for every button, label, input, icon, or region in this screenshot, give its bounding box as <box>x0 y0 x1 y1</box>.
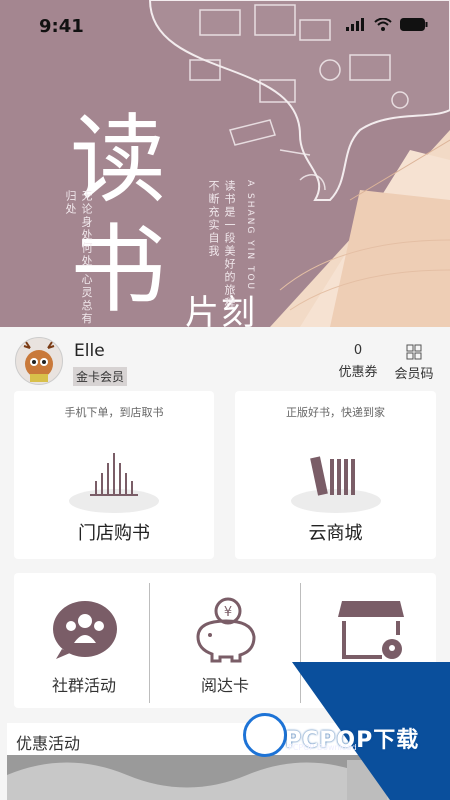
member-code-button[interactable]: 会员码 <box>392 344 436 382</box>
community-activity-label: 社群活动 <box>51 676 116 695</box>
user-name: Elle <box>74 341 105 361</box>
coupon-button[interactable]: 0 优惠券 <box>336 343 380 380</box>
store-purchase-label: 门店购书 <box>78 523 150 544</box>
books-icon <box>290 456 381 513</box>
status-icons <box>346 18 428 31</box>
member-code-label: 会员码 <box>394 367 434 382</box>
svg-text:¥: ¥ <box>224 605 232 620</box>
reading-card-label: 阅达卡 <box>200 676 249 695</box>
community-activity-button[interactable]: 社群活动 <box>14 573 154 708</box>
avatar[interactable] <box>15 337 63 385</box>
wifi-icon <box>374 18 392 31</box>
store-purchase-card[interactable]: 手机下单，到店取书 门店购书 <box>14 391 214 559</box>
feature-divider <box>149 583 150 703</box>
hero-vertical-left: 无论身处何处 心灵总有归处 <box>64 190 93 326</box>
community-icon <box>53 601 117 659</box>
hero-vertical-right: 读书是一段美好的旅程 不断充实自我 <box>207 180 236 310</box>
qr-code-icon <box>406 344 422 360</box>
promo-title: 优惠活动 <box>16 734 81 753</box>
pcpop-logo-icon <box>243 713 287 757</box>
cloud-mall-tag: 正版好书，快递到家 <box>286 406 385 419</box>
store-purchase-tag: 手机下单，到店取书 <box>64 406 164 419</box>
watermark-subtext: PCPOP Download <box>288 743 357 752</box>
member-level-badge: 金卡会员 <box>73 367 128 386</box>
cloud-mall-card[interactable]: 正版好书，快递到家 云商城 <box>235 391 436 559</box>
cloud-mall-label: 云商城 <box>308 523 363 544</box>
battery-icon <box>400 18 428 31</box>
reading-card-button[interactable]: ¥ 阅达卡 <box>155 573 295 708</box>
status-bar: 9:41 <box>0 0 450 54</box>
coupon-count: 0 <box>353 343 363 358</box>
deer-avatar-icon <box>23 341 55 382</box>
piggy-bank-icon: ¥ <box>196 597 256 663</box>
signal-icon <box>346 18 364 31</box>
hero-english: A SHANG YIN TOU <box>245 180 255 292</box>
store-building-icon <box>69 453 159 513</box>
coupon-label: 优惠券 <box>338 365 378 380</box>
feature-divider <box>300 583 301 703</box>
store-location-icon <box>338 601 404 659</box>
user-row: Elle 金卡会员 0 优惠券 会员码 <box>0 327 450 389</box>
status-time: 9:41 <box>39 16 84 37</box>
